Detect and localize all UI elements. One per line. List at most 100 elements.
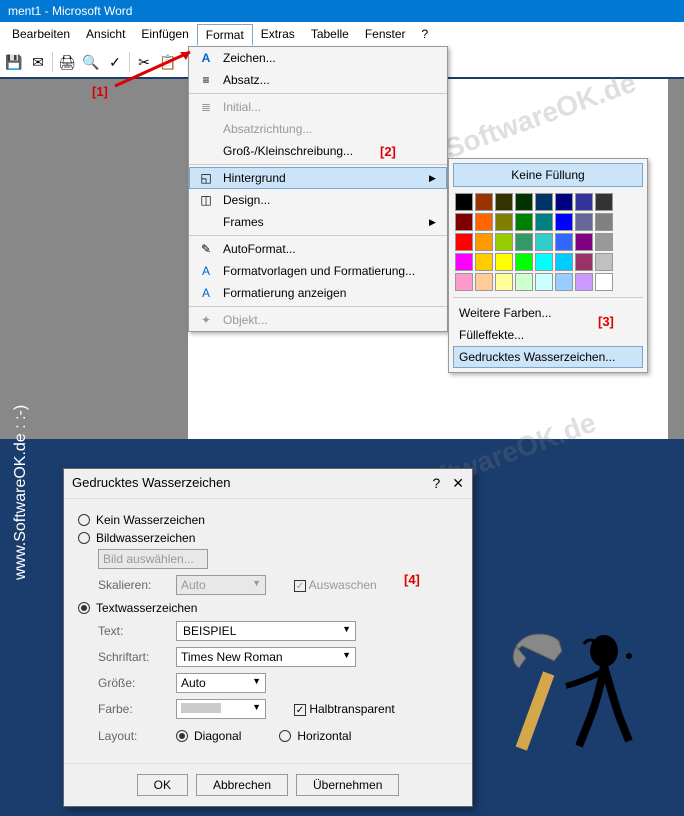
color-cell[interactable] [595,253,613,271]
menu-formatvorlagen[interactable]: A Formatvorlagen und Formatierung... [189,260,447,282]
color-cell[interactable] [595,233,613,251]
color-cell[interactable] [575,273,593,291]
washout-checkbox: ✓ [294,580,306,592]
color-cell[interactable] [475,233,493,251]
color-cell[interactable] [455,233,473,251]
color-label: Farbe: [98,702,168,716]
color-cell[interactable] [595,273,613,291]
menu-einfuegen[interactable]: Einfügen [133,24,196,45]
watermark-dialog: Gedrucktes Wasserzeichen ? ✕ Kein Wasser… [63,468,473,807]
menu-zeichen[interactable]: A Zeichen... [189,47,447,69]
hintergrund-submenu: Keine Füllung Weitere Farben... Fülleffe… [448,158,648,373]
radio-icon [78,514,90,526]
menu-ansicht[interactable]: Ansicht [78,24,133,45]
more-colors[interactable]: Weitere Farben... [453,302,643,324]
color-cell[interactable] [455,253,473,271]
menu-schreibung[interactable]: Groß-/Kleinschreibung... [189,140,447,162]
color-cell[interactable] [515,193,533,211]
color-cell[interactable] [535,193,553,211]
object-icon: ✦ [195,313,217,327]
radio-text-wm[interactable]: Textwasserzeichen [78,601,458,615]
color-cell[interactable] [495,233,513,251]
menu-design[interactable]: ◫ Design... [189,189,447,211]
save-icon[interactable]: 💾 [4,52,24,72]
color-cell[interactable] [595,213,613,231]
color-cell[interactable] [535,253,553,271]
reveal-format-icon: A [195,286,217,300]
menu-frames[interactable]: Frames ▶ [189,211,447,233]
bucket-icon: ◱ [195,171,217,185]
color-cell[interactable] [555,193,573,211]
radio-diagonal[interactable]: Diagonal [176,729,241,743]
color-cell[interactable] [495,193,513,211]
color-cell[interactable] [555,273,573,291]
text-select[interactable]: BEISPIEL▼ [176,621,356,641]
color-cell[interactable] [555,253,573,271]
menubar: Bearbeiten Ansicht Einfügen Format Extra… [0,22,684,47]
color-cell[interactable] [475,273,493,291]
color-cell[interactable] [555,213,573,231]
menu-extras[interactable]: Extras [253,24,303,45]
color-cell[interactable] [475,213,493,231]
semitrans-checkbox[interactable]: ✓ [294,704,306,716]
color-cell[interactable] [515,233,533,251]
radio-no-wm[interactable]: Kein Wasserzeichen [78,513,458,527]
color-cell[interactable] [555,233,573,251]
color-cell[interactable] [495,253,513,271]
color-cell[interactable] [535,273,553,291]
radio-img-wm[interactable]: Bildwasserzeichen [78,531,458,545]
radio-horizontal[interactable]: Horizontal [279,729,351,743]
color-select[interactable]: ▼ [176,699,266,719]
color-cell[interactable] [535,233,553,251]
menu-tabelle[interactable]: Tabelle [303,24,357,45]
color-cell[interactable] [575,233,593,251]
help-button[interactable]: ? [432,475,440,492]
color-cell[interactable] [455,213,473,231]
side-url: www.SoftwareOK.de : :-) [12,405,30,580]
no-fill-option[interactable]: Keine Füllung [453,163,643,187]
color-cell[interactable] [575,253,593,271]
menu-objekt: ✦ Objekt... [189,309,447,331]
cancel-button[interactable]: Abbrechen [196,774,288,796]
menu-initial: ≣ Initial... [189,96,447,118]
size-select[interactable]: Auto▼ [176,673,266,693]
ok-button[interactable]: OK [137,774,188,796]
color-cell[interactable] [495,213,513,231]
fill-effects[interactable]: Fülleffekte... [453,324,643,346]
mail-icon[interactable]: ✉ [28,52,48,72]
menu-bearbeiten[interactable]: Bearbeiten [4,24,78,45]
menu-format[interactable]: Format [197,24,253,45]
scale-label: Skalieren: [98,578,168,592]
hammer-figure-icon [504,616,644,756]
color-cell[interactable] [535,213,553,231]
menu-formatierung-anzeigen[interactable]: A Formatierung anzeigen [189,282,447,304]
preview-icon[interactable]: 🔍 [81,52,101,72]
color-cell[interactable] [495,273,513,291]
font-select[interactable]: Times New Roman▼ [176,647,356,667]
color-cell[interactable] [515,213,533,231]
color-cell[interactable] [455,273,473,291]
submenu-arrow-icon: ▶ [429,173,441,184]
color-cell[interactable] [575,213,593,231]
color-cell[interactable] [475,193,493,211]
color-cell[interactable] [475,253,493,271]
menu-help[interactable]: ? [414,24,437,45]
color-cell[interactable] [515,273,533,291]
apply-button[interactable]: Übernehmen [296,774,399,796]
menu-fenster[interactable]: Fenster [357,24,414,45]
layout-label: Layout: [98,729,168,743]
select-img-button: Bild auswählen... [98,549,208,569]
close-button[interactable]: ✕ [452,475,464,492]
color-cell[interactable] [575,193,593,211]
color-cell[interactable] [515,253,533,271]
menu-hintergrund[interactable]: ◱ Hintergrund ▶ [189,167,447,189]
menu-autoformat[interactable]: ✎ AutoFormat... [189,238,447,260]
color-cell[interactable] [595,193,613,211]
menu-absatz[interactable]: ≡ Absatz... [189,69,447,91]
scale-select: Auto▼ [176,575,266,595]
color-cell[interactable] [455,193,473,211]
printed-watermark[interactable]: Gedrucktes Wasserzeichen... [453,346,643,368]
annotation-3: [3] [598,314,614,329]
radio-icon [176,730,188,742]
print-icon[interactable]: 🖨 [57,52,77,72]
